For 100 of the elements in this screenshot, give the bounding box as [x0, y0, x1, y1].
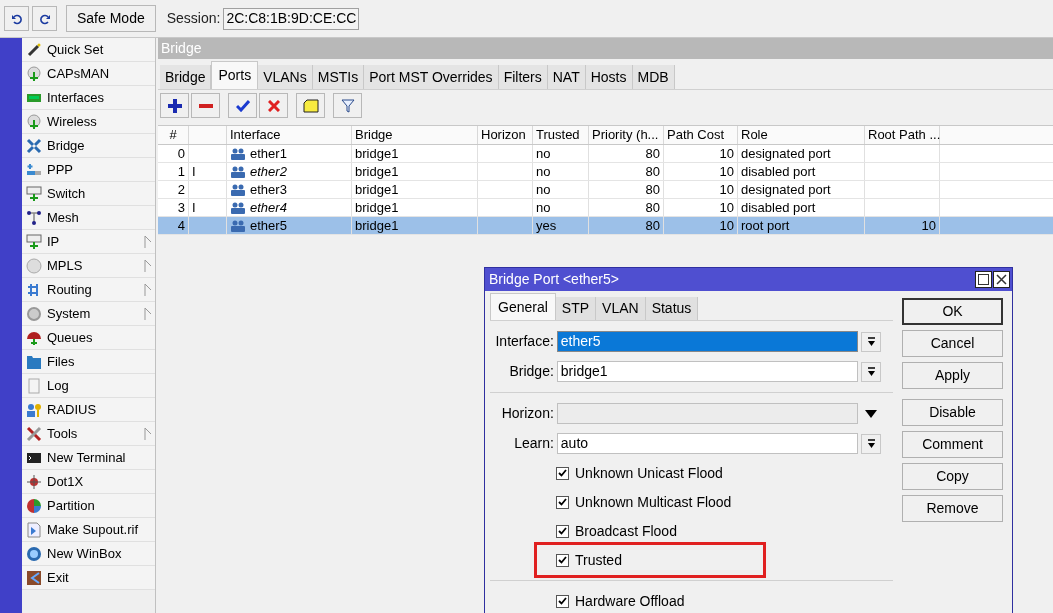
tab[interactable]: Filters [498, 65, 548, 89]
dropdown-button[interactable] [861, 331, 881, 352]
menu-item[interactable]: CAPsMAN [22, 62, 155, 86]
menu-item[interactable]: Log [22, 374, 155, 398]
menu-item-icon [26, 521, 42, 538]
tab[interactable]: VLAN [596, 297, 646, 320]
dialog-button[interactable]: Cancel [902, 330, 1003, 357]
checkbox[interactable] [556, 553, 569, 567]
checkbox[interactable] [556, 524, 569, 538]
tab[interactable]: Port MST Overrides [364, 65, 499, 89]
table-cell-text: 80 [645, 144, 660, 163]
input-field[interactable]: ether5 [556, 331, 859, 352]
column-header[interactable]: Role [738, 126, 865, 144]
checkbox-label: Hardware Offload [575, 591, 685, 611]
menu-item[interactable]: RADIUS [22, 398, 155, 422]
field-label: Interface: [494, 332, 554, 351]
menu-item[interactable]: Make Supout.rif [22, 518, 155, 542]
table-row[interactable]: 0 ether1 bridge1 no 80 10 designated port [158, 145, 1053, 163]
menu-item[interactable]: Queues [22, 326, 155, 350]
menu-item[interactable]: Switch [22, 182, 155, 206]
maximize-button[interactable] [975, 271, 992, 288]
menu-item[interactable]: Interfaces [22, 86, 155, 110]
comment-button[interactable] [296, 93, 325, 118]
menu-item-icon [26, 425, 42, 442]
menu-item[interactable]: Mesh [22, 206, 155, 230]
tab[interactable]: General [490, 293, 556, 320]
tab[interactable]: VLANs [258, 65, 313, 89]
input-field[interactable]: bridge1 [556, 361, 859, 382]
tab[interactable]: STP [555, 297, 597, 320]
filter-button[interactable] [333, 93, 362, 118]
table-cell-text: bridge1 [355, 216, 399, 235]
undo-button[interactable] [4, 6, 29, 31]
menu-item[interactable]: System [22, 302, 155, 326]
menu-item-icon [26, 545, 42, 562]
column-header[interactable]: Priority (h... [589, 126, 664, 144]
tab[interactable]: Ports [211, 61, 259, 89]
menu-item[interactable]: PPP [22, 158, 155, 182]
interface-icon [230, 219, 246, 232]
menu-item[interactable]: Exit [22, 566, 155, 590]
table-cell-text: I [192, 198, 196, 217]
menu-item-icon [26, 185, 42, 202]
menu-item[interactable]: Tools [22, 422, 155, 446]
tab[interactable]: MSTIs [312, 65, 365, 89]
menu-item[interactable]: Quick Set [22, 38, 155, 62]
tab[interactable]: Hosts [585, 65, 633, 89]
minus-icon [197, 102, 214, 109]
menu-item[interactable]: IP [22, 230, 155, 254]
checkbox[interactable] [556, 495, 569, 509]
menu-item[interactable]: New Terminal [22, 446, 155, 470]
menu-item[interactable]: Dot1X [22, 470, 155, 494]
table-row[interactable]: 4 ether5 bridge1 yes 80 10 root port 10 [158, 217, 1053, 235]
remove-button[interactable] [191, 93, 220, 118]
menu-item[interactable]: New WinBox [22, 542, 155, 566]
table-row[interactable]: 2 ether3 bridge1 no 80 10 designated port [158, 181, 1053, 199]
table-cell-text: 80 [645, 162, 660, 181]
column-header[interactable]: Horizon [478, 126, 533, 144]
menu-item[interactable]: Files [22, 350, 155, 374]
checkbox[interactable] [556, 594, 569, 608]
table-cell-text: 1 [177, 162, 185, 181]
safe-mode-button[interactable]: Safe Mode [66, 5, 156, 32]
tab[interactable]: MDB [632, 65, 675, 89]
table-row[interactable]: 3 I ether4 bridge1 no 80 10 disabled port [158, 199, 1053, 217]
checkbox-label: Unknown Unicast Flood [575, 463, 723, 483]
undo-icon [10, 12, 23, 25]
dropdown-button[interactable] [861, 433, 881, 454]
field-label: Horizon: [500, 404, 554, 423]
menu-item[interactable]: Wireless [22, 110, 155, 134]
column-header[interactable]: Trusted [533, 126, 589, 144]
dialog-button[interactable]: Comment [902, 431, 1003, 458]
menu-item[interactable]: Partition [22, 494, 155, 518]
column-header[interactable]: Root Path ... [865, 126, 940, 144]
table-cell-text: bridge1 [355, 162, 399, 181]
dialog-button[interactable]: OK [902, 298, 1003, 325]
menu-item[interactable]: MPLS [22, 254, 155, 278]
dropdown-button[interactable] [861, 361, 881, 382]
tab[interactable]: NAT [547, 65, 586, 89]
dialog-button[interactable]: Apply [902, 362, 1003, 389]
column-header[interactable]: Bridge [352, 126, 478, 144]
dialog-button[interactable]: Disable [902, 399, 1003, 426]
table-row[interactable]: 1 I ether2 bridge1 no 80 10 disabled port [158, 163, 1053, 181]
submenu-arrow-icon [144, 283, 152, 296]
input-field[interactable]: auto [556, 433, 859, 454]
tab[interactable]: Status [645, 297, 699, 320]
menu-item[interactable]: Bridge [22, 134, 155, 158]
column-header[interactable]: # [158, 126, 189, 144]
checkbox[interactable] [556, 466, 569, 480]
dialog-button[interactable]: Copy [902, 463, 1003, 490]
column-header[interactable]: Interface [227, 126, 352, 144]
redo-button[interactable] [32, 6, 57, 31]
column-header[interactable]: Path Cost [664, 126, 738, 144]
add-button[interactable] [160, 93, 189, 118]
menu-item[interactable]: Routing [22, 278, 155, 302]
table-cell-text: 0 [177, 144, 185, 163]
tab[interactable]: Bridge [160, 65, 212, 89]
enable-button[interactable] [228, 93, 257, 118]
down-arrow-icon [866, 336, 876, 347]
dialog-button[interactable]: Remove [902, 495, 1003, 522]
disable-button[interactable] [259, 93, 288, 118]
close-button[interactable] [993, 271, 1010, 288]
menu-item-icon [26, 137, 42, 154]
